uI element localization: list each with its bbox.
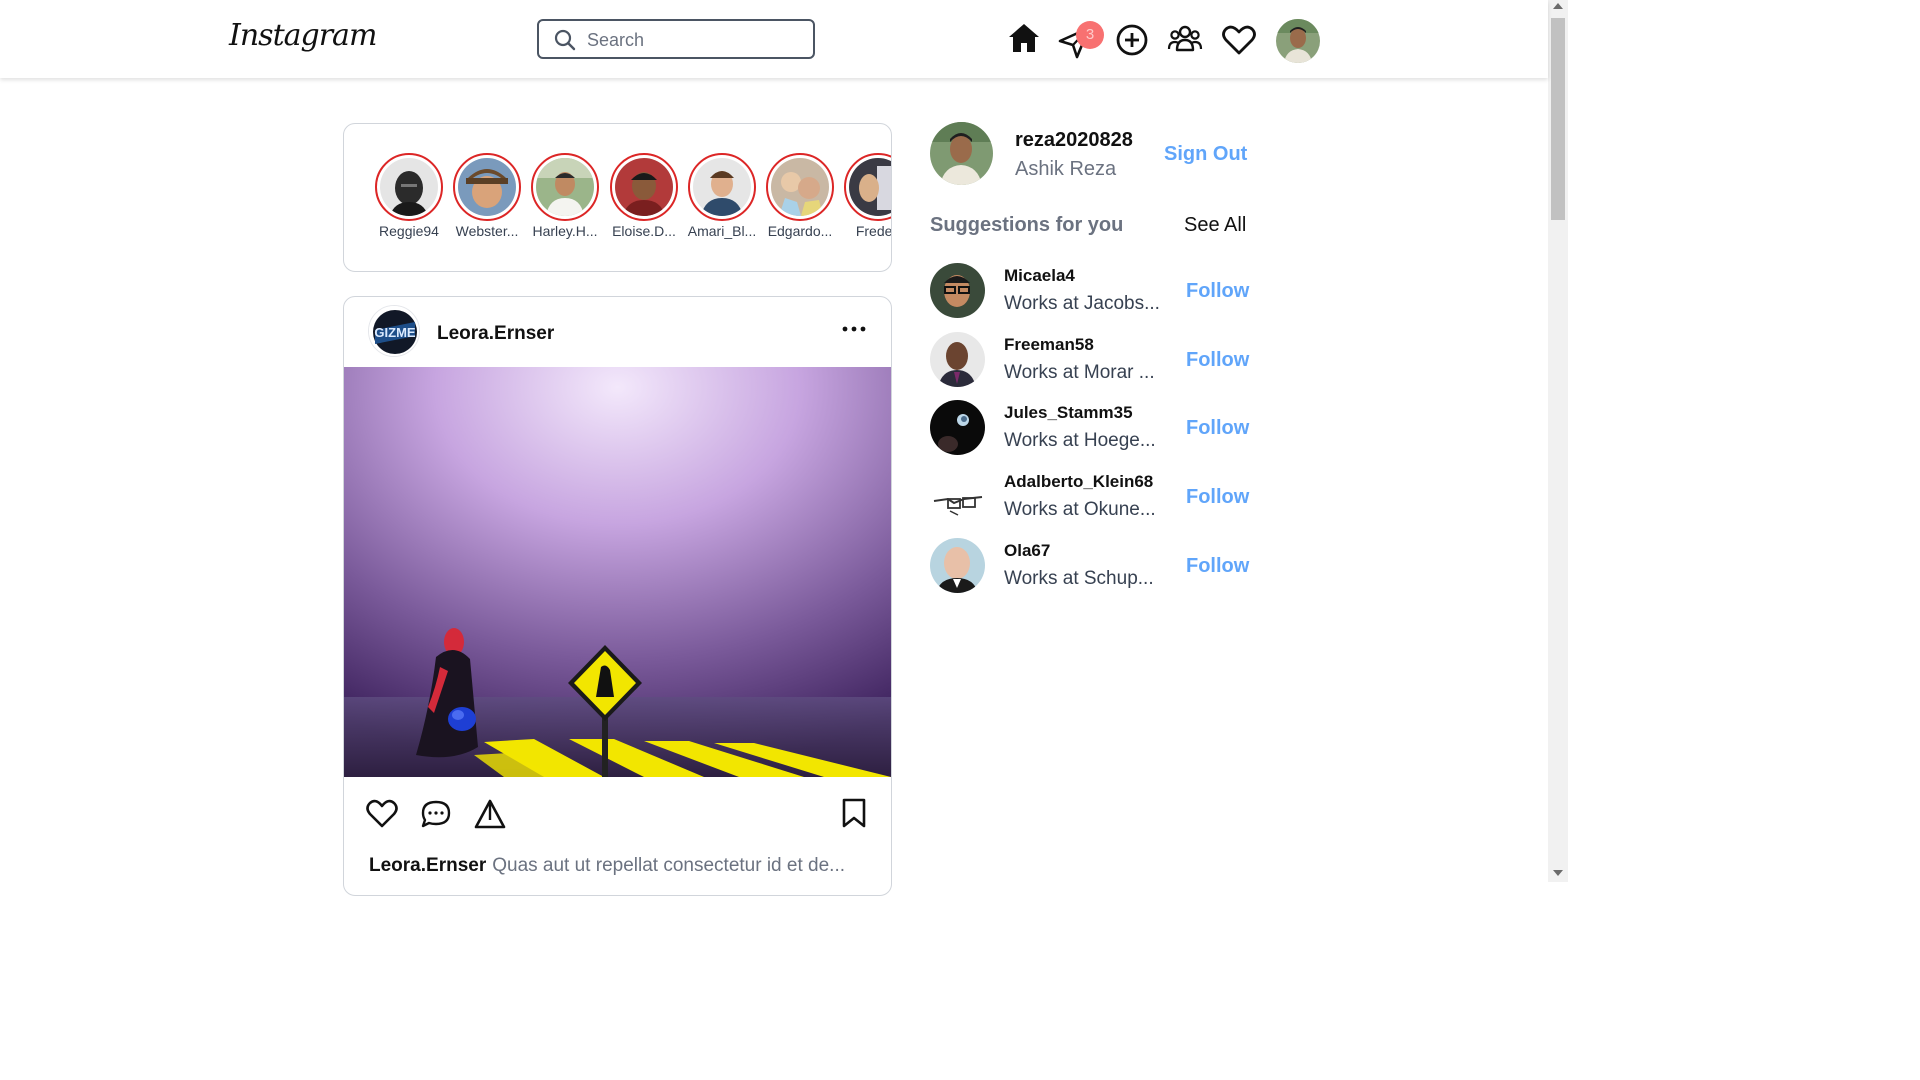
follow-button[interactable]: Follow bbox=[1186, 417, 1249, 440]
post-author-username[interactable]: Leora.Ernser bbox=[437, 323, 554, 345]
story-avatar bbox=[693, 158, 751, 216]
story-avatar bbox=[536, 158, 594, 216]
feed-post: GIZME Leora.Ernser Leora.Ernser Quas aut… bbox=[343, 296, 892, 896]
stories-tray: Reggie94 Webster... Harley.H... Eloise.D… bbox=[343, 123, 892, 272]
suggestion-item: Micaela4 Works at Jacobs... Follow bbox=[930, 263, 1250, 319]
people-icon[interactable] bbox=[1167, 21, 1203, 57]
story-ring bbox=[844, 153, 891, 221]
suggestion-item: Adalberto_Klein68 Works at Okune... Foll… bbox=[930, 469, 1250, 525]
story-username: Reggie94 bbox=[379, 223, 439, 239]
story-avatar bbox=[380, 158, 438, 216]
search-box[interactable] bbox=[537, 19, 815, 59]
profile-avatar[interactable] bbox=[1276, 19, 1320, 63]
instagram-logo[interactable]: Instagram bbox=[229, 18, 377, 53]
suggestion-avatar[interactable] bbox=[930, 469, 985, 524]
follow-button[interactable]: Follow bbox=[1186, 349, 1249, 372]
story-item[interactable]: Edgardo... bbox=[764, 153, 836, 239]
story-item[interactable]: Eloise.D... bbox=[608, 153, 680, 239]
suggestions-heading: Suggestions for you bbox=[930, 214, 1124, 236]
story-username: Frederi bbox=[855, 223, 892, 239]
story-username: Edgardo... bbox=[767, 223, 833, 239]
search-input[interactable] bbox=[587, 29, 797, 51]
suggestion-username[interactable]: Micaela4 bbox=[1004, 266, 1075, 286]
story-ring bbox=[766, 153, 834, 221]
suggestion-subtitle: Works at Schup... bbox=[1004, 568, 1154, 589]
post-image[interactable] bbox=[344, 367, 891, 777]
home-icon[interactable] bbox=[1006, 20, 1042, 56]
story-ring bbox=[375, 153, 443, 221]
messages-badge: 3 bbox=[1076, 21, 1104, 49]
add-post-icon[interactable] bbox=[1114, 22, 1150, 58]
story-item[interactable]: Amari_Bl... bbox=[686, 153, 758, 239]
see-all-link[interactable]: See All bbox=[1184, 214, 1246, 237]
current-full-name: Ashik Reza bbox=[1015, 158, 1117, 180]
post-caption: Leora.Ernser Quas aut ut repellat consect… bbox=[369, 855, 869, 877]
suggestion-avatar[interactable] bbox=[930, 263, 985, 318]
suggestion-subtitle: Works at Jacobs... bbox=[1004, 293, 1160, 314]
share-icon[interactable] bbox=[474, 798, 506, 830]
story-item[interactable]: Harley.H... bbox=[529, 153, 601, 239]
story-item[interactable]: Webster... bbox=[451, 153, 523, 239]
search-icon bbox=[554, 29, 576, 51]
story-username: Harley.H... bbox=[532, 223, 598, 239]
story-username: Webster... bbox=[455, 223, 519, 239]
suggestion-item: Jules_Stamm35 Works at Hoege... Follow bbox=[930, 400, 1250, 456]
story-avatar bbox=[849, 158, 891, 216]
story-username: Amari_Bl... bbox=[687, 223, 757, 239]
suggestion-subtitle: Works at Hoege... bbox=[1004, 430, 1156, 451]
suggestion-item: Ola67 Works at Schup... Follow bbox=[930, 538, 1250, 594]
story-item[interactable]: Frederi bbox=[842, 153, 892, 239]
story-ring bbox=[688, 153, 756, 221]
suggestion-username[interactable]: Adalberto_Klein68 bbox=[1004, 472, 1153, 492]
scrollbar-thumb[interactable] bbox=[1551, 18, 1565, 220]
suggestion-subtitle: Works at Okune... bbox=[1004, 499, 1156, 520]
comment-icon[interactable] bbox=[420, 799, 452, 829]
suggestion-username[interactable]: Freeman58 bbox=[1004, 335, 1094, 355]
caption-username[interactable]: Leora.Ernser bbox=[369, 855, 486, 876]
current-user-avatar[interactable] bbox=[930, 122, 993, 185]
story-ring bbox=[531, 153, 599, 221]
scroll-up-arrow-icon[interactable] bbox=[1553, 3, 1563, 9]
scroll-down-arrow-icon[interactable] bbox=[1553, 870, 1563, 876]
post-author-avatar[interactable]: GIZME bbox=[368, 305, 420, 357]
bookmark-icon[interactable] bbox=[841, 797, 867, 829]
story-ring bbox=[610, 153, 678, 221]
suggestion-subtitle: Works at Morar ... bbox=[1004, 362, 1155, 383]
story-avatar bbox=[615, 158, 673, 216]
suggestion-item: Freeman58 Works at Morar ... Follow bbox=[930, 332, 1250, 388]
story-item[interactable]: Reggie94 bbox=[373, 153, 445, 239]
svg-text:GIZME: GIZME bbox=[374, 325, 415, 340]
caption-text: Quas aut ut repellat consectetur id et d… bbox=[492, 855, 845, 876]
follow-button[interactable]: Follow bbox=[1186, 280, 1249, 303]
suggestion-username[interactable]: Ola67 bbox=[1004, 541, 1050, 561]
current-username[interactable]: reza2020828 bbox=[1015, 129, 1133, 152]
story-avatar bbox=[458, 158, 516, 216]
suggestion-username[interactable]: Jules_Stamm35 bbox=[1004, 403, 1133, 423]
like-heart-icon[interactable] bbox=[366, 799, 398, 829]
sign-out-button[interactable]: Sign Out bbox=[1164, 143, 1247, 166]
follow-button[interactable]: Follow bbox=[1186, 555, 1249, 578]
suggestion-avatar[interactable] bbox=[930, 400, 985, 455]
follow-button[interactable]: Follow bbox=[1186, 486, 1249, 509]
story-avatar bbox=[771, 158, 829, 216]
suggestion-avatar[interactable] bbox=[930, 332, 985, 387]
story-ring bbox=[453, 153, 521, 221]
heart-icon[interactable] bbox=[1221, 22, 1257, 58]
more-options-icon[interactable] bbox=[840, 317, 868, 341]
top-nav-bar: Instagram 3 bbox=[0, 0, 1548, 78]
story-username: Eloise.D... bbox=[612, 223, 676, 239]
suggestion-avatar[interactable] bbox=[930, 538, 985, 593]
